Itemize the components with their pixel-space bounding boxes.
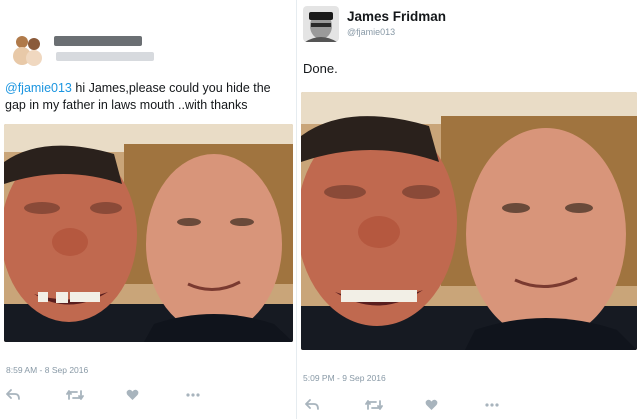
tweet-timestamp[interactable]: 8:59 AM - 8 Sep 2016 xyxy=(6,365,88,375)
redacted-handle xyxy=(56,52,154,61)
author-name[interactable]: James Fridman xyxy=(347,9,446,24)
retweet-button[interactable] xyxy=(365,397,425,413)
tweet-photo-edited[interactable] xyxy=(301,92,637,350)
like-icon xyxy=(126,389,139,400)
avatar[interactable] xyxy=(6,30,50,66)
more-button[interactable] xyxy=(485,397,545,413)
like-button[interactable] xyxy=(425,397,485,413)
more-icon xyxy=(186,393,200,397)
reply-button[interactable] xyxy=(6,387,66,403)
retweet-icon xyxy=(365,400,383,410)
retweet-icon xyxy=(66,390,84,400)
reply-tweet: James Fridman @fjamie013 Done. 5:09 PM -… xyxy=(296,0,640,419)
tweet-text: Done. xyxy=(303,61,338,76)
avatar[interactable] xyxy=(303,6,339,42)
like-button[interactable] xyxy=(126,387,186,403)
reply-icon xyxy=(305,399,319,410)
like-icon xyxy=(425,399,438,410)
author-handle[interactable]: @fjamie013 xyxy=(347,27,395,37)
reply-icon xyxy=(6,389,20,400)
tweet-actions xyxy=(6,387,246,403)
more-icon xyxy=(485,403,499,407)
tweet-photo-original[interactable] xyxy=(4,124,293,342)
redacted-username xyxy=(54,36,142,46)
mention-link[interactable]: @fjamie013 xyxy=(5,81,72,95)
tweet-actions xyxy=(305,397,545,413)
original-tweet: @fjamie013 hi James,please could you hid… xyxy=(0,0,296,419)
reply-button[interactable] xyxy=(305,397,365,413)
tweet-text: @fjamie013 hi James,please could you hid… xyxy=(5,80,291,114)
tweet-timestamp[interactable]: 5:09 PM - 9 Sep 2016 xyxy=(303,373,386,383)
retweet-button[interactable] xyxy=(66,387,126,403)
more-button[interactable] xyxy=(186,387,246,403)
